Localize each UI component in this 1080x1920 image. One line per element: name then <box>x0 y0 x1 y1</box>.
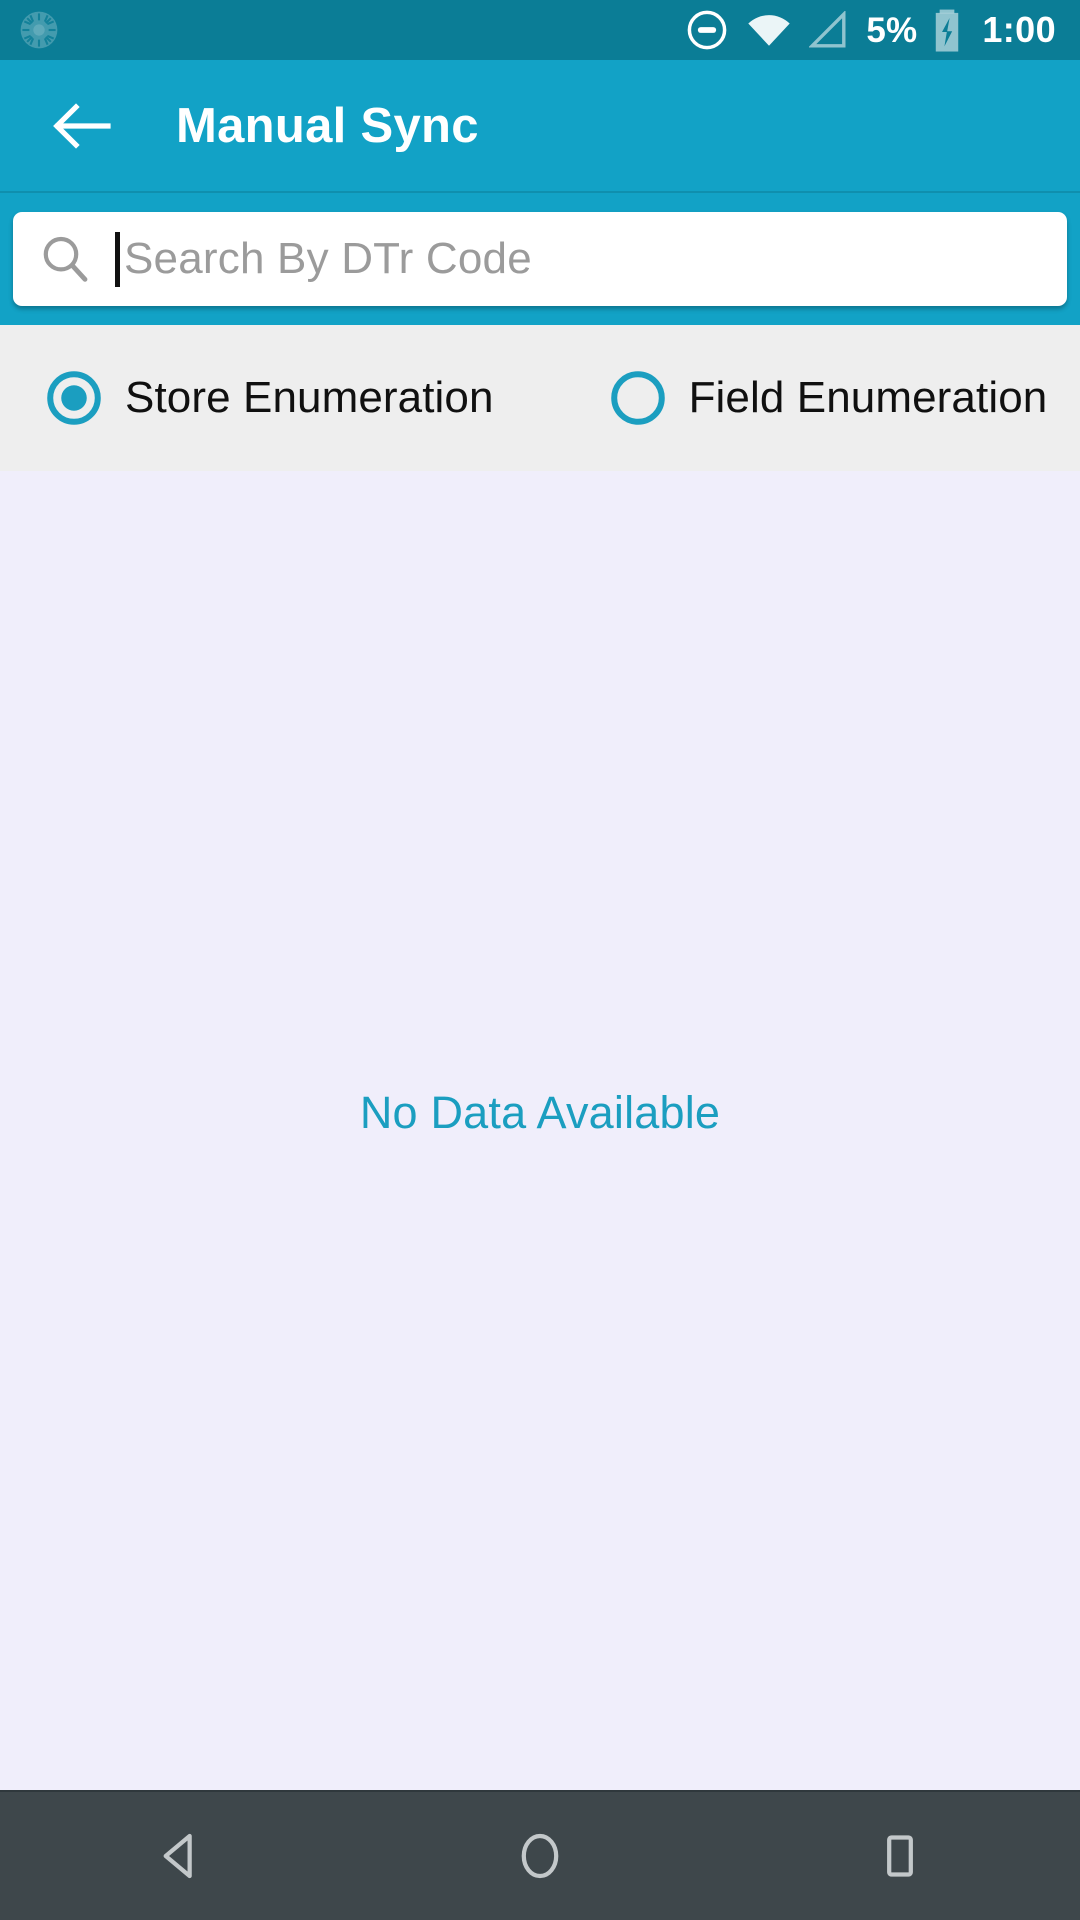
enumeration-type-radio-group: Store Enumeration Field Enumeration <box>0 325 1080 471</box>
page-title: Manual Sync <box>176 98 479 153</box>
text-cursor <box>115 231 120 287</box>
app-bar: Manual Sync <box>0 60 1080 193</box>
search-icon <box>39 233 91 285</box>
radio-unselected-icon <box>609 369 667 427</box>
android-nav-bar <box>0 1790 1080 1920</box>
radio-selected-icon <box>45 369 103 427</box>
sync-spinner-icon <box>18 9 60 51</box>
home-nav-icon[interactable] <box>465 1792 615 1920</box>
back-nav-icon[interactable] <box>105 1792 255 1920</box>
search-bar-container: Search By DTr Code <box>0 193 1080 325</box>
wifi-icon <box>746 12 792 48</box>
recents-nav-icon[interactable] <box>825 1792 975 1920</box>
app-screen: 5% 1:00 Manual Sync Search By DTr Code S… <box>0 0 1080 1920</box>
do-not-disturb-icon <box>685 8 729 52</box>
battery-percent-label: 5% <box>866 10 918 50</box>
cell-signal-icon <box>809 11 849 49</box>
radio-label-field-enumeration: Field Enumeration <box>688 373 1048 422</box>
search-input[interactable]: Search By DTr Code <box>13 212 1067 306</box>
status-bar: 5% 1:00 <box>0 0 1080 60</box>
status-bar-left <box>18 9 60 51</box>
radio-option-field-enumeration[interactable]: Field Enumeration <box>609 369 1048 427</box>
status-bar-clock: 1:00 <box>982 9 1056 50</box>
back-arrow-icon[interactable] <box>50 94 114 158</box>
status-bar-right: 5% 1:00 <box>685 7 1056 53</box>
empty-state-message: No Data Available <box>359 1086 721 1138</box>
radio-option-store-enumeration[interactable]: Store Enumeration <box>45 369 494 427</box>
radio-label-store-enumeration: Store Enumeration <box>125 373 494 422</box>
battery-charging-icon <box>934 7 960 53</box>
search-placeholder: Search By DTr Code <box>124 234 532 283</box>
content-area: No Data Available <box>0 471 1080 1790</box>
